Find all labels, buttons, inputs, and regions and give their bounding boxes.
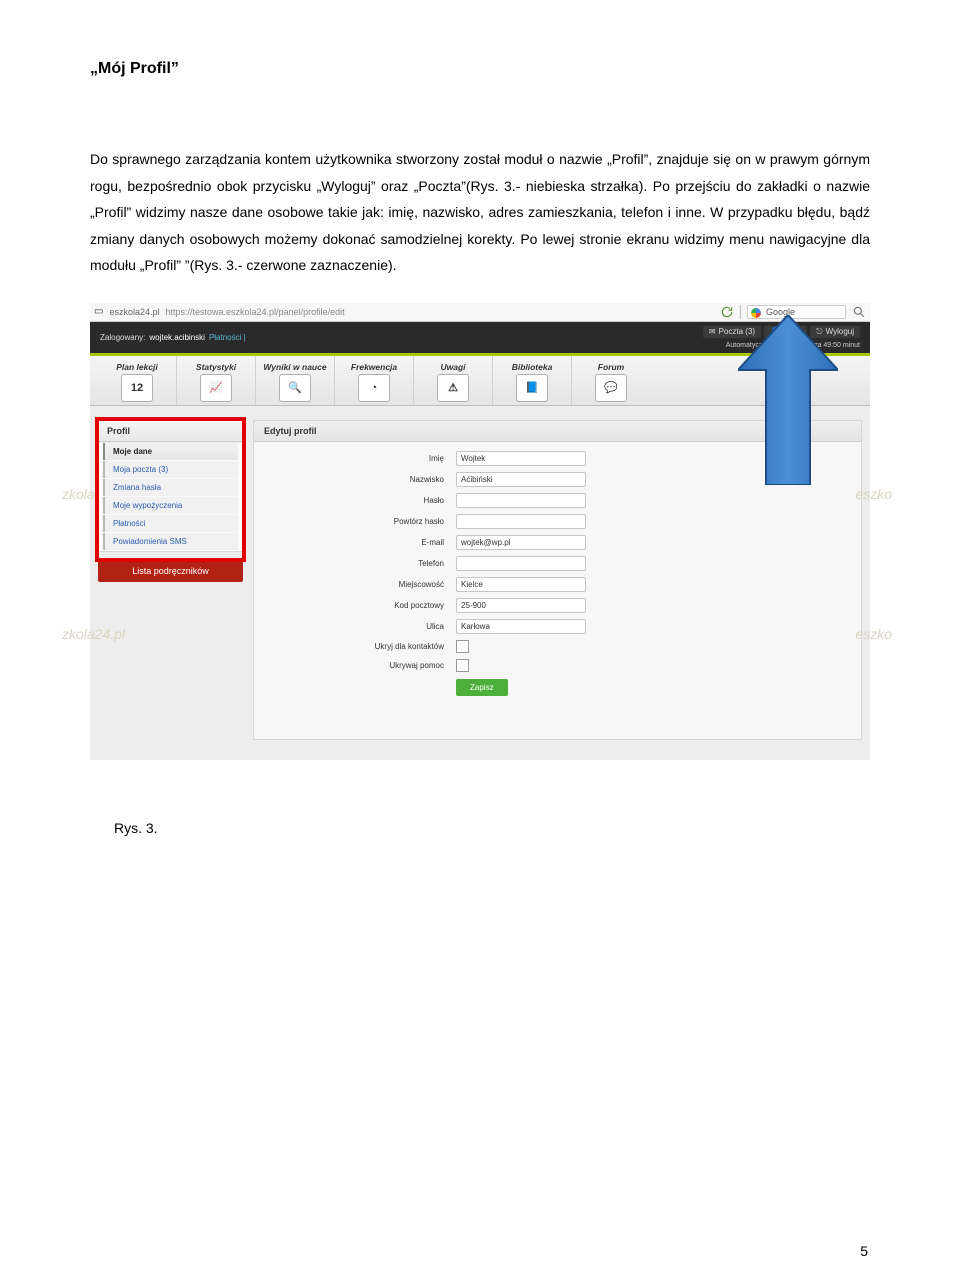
nav-icon: ⚠ [437,374,469,402]
search-icon[interactable] [852,305,866,319]
form-row: Ukrywaj pomoc [264,656,851,675]
site-label: eszkola24.pl [109,307,159,317]
section-title: „Mój Profil” [90,60,870,78]
logged-label: Zalogowany: [100,333,145,342]
main-head: Edytuj profil [254,421,861,442]
save-button[interactable]: Zapisz [456,679,508,696]
browser-url-bar: ▭ eszkola24.pl https://testowa.eszkola24… [90,303,870,322]
logout-icon: ⎋ [816,327,822,337]
field-label: Ukrywaj pomoc [264,661,456,670]
search-box[interactable]: Google [747,305,846,319]
field-label: Miejscowość [264,580,456,589]
field-label: Ulica [264,622,456,631]
text-input[interactable]: Kielce [456,577,586,592]
field-label: Hasło [264,496,456,505]
reload-icon[interactable] [720,305,734,319]
nav-item[interactable]: Frekwencja◔ [335,356,414,405]
textbooks-button[interactable]: Lista podręczników [98,560,243,582]
top-dark-bar: Zalogowany: wojtek.acibinski Płatności |… [90,322,870,353]
form-row: Telefon [264,553,851,574]
envelope-icon: ✉ [709,327,716,336]
main-panel: Edytuj profil ImięWojtekNazwiskoAćibińsk… [253,420,862,740]
field-label: Imię [264,454,456,463]
form-row: ImięWojtek [264,448,851,469]
field-label: Kod pocztowy [264,601,456,610]
nav-icon: 💬 [595,374,627,402]
checkbox[interactable] [456,659,469,672]
sidebar-item[interactable]: Moja poczta (3) [103,461,238,478]
figure-caption: Rys. 3. [114,820,870,836]
mail-button[interactable]: ✉Poczta (3) [703,326,761,338]
form-row: Kod pocztowy25-900 [264,595,851,616]
nav-strip: Plan lekcji12Statystyki📈Wyniki w nauce🔍F… [90,356,870,406]
sidebar-item[interactable]: Powiadomienia SMS [103,533,238,550]
form-row: Powtórz hasło [264,511,851,532]
nav-item[interactable]: Statystyki📈 [177,356,256,405]
logout-button[interactable]: ⎋Wyloguj [810,326,860,338]
logged-role[interactable]: Płatności | [209,333,246,342]
url-text: https://testowa.eszkola24.pl/panel/profi… [166,307,714,317]
profile-button[interactable]: 👤Profil [764,326,807,338]
nav-icon: 📘 [516,374,548,402]
content-area: zkola24.pl zkola24.pl eszko eszko Profil… [90,406,870,760]
nav-icon: 🔍 [279,374,311,402]
form-row: E-mailwojtek@wp.pl [264,532,851,553]
text-input[interactable]: Wojtek [456,451,586,466]
profile-form: ImięWojtekNazwiskoAćibińskiHasłoPowtórz … [254,442,861,706]
sidebar-list: Moje daneMoja poczta (3)Zmiana hasłaMoje… [98,443,243,552]
form-row: MiejscowośćKielce [264,574,851,595]
sidebar-head: Profil [98,420,243,442]
field-label: Nazwisko [264,475,456,484]
nav-icon: ◔ [358,374,390,402]
screenshot: ▭ eszkola24.pl https://testowa.eszkola24… [90,303,870,760]
nav-item[interactable]: Biblioteka📘 [493,356,572,405]
text-input[interactable]: 25-900 [456,598,586,613]
form-row: UlicaKarłowa [264,616,851,637]
sidebar-item[interactable]: Moje dane [103,443,238,460]
form-row: Ukryj dla kontaktów [264,637,851,656]
text-input[interactable] [456,514,586,529]
nav-item[interactable]: Uwagi⚠ [414,356,493,405]
text-input[interactable] [456,493,586,508]
logged-user: wojtek.acibinski [149,333,205,342]
text-input[interactable]: Karłowa [456,619,586,634]
field-label: Powtórz hasło [264,517,456,526]
checkbox[interactable] [456,640,469,653]
field-label: E-mail [264,538,456,547]
page-number: 5 [860,1243,868,1259]
user-icon: 👤 [770,327,780,336]
nav-item[interactable]: Plan lekcji12 [98,356,177,405]
field-label: Ukryj dla kontaktów [264,642,456,651]
nav-icon: 📈 [200,374,232,402]
text-input[interactable]: wojtek@wp.pl [456,535,586,550]
text-input[interactable]: Aćibiński [456,472,586,487]
nav-item[interactable]: Wyniki w nauce🔍 [256,356,335,405]
form-row: NazwiskoAćibiński [264,469,851,490]
tab-icon: ▭ [94,306,103,317]
sidebar: Profil Moje daneMoja poczta (3)Zmiana ha… [98,420,243,740]
nav-icon: 12 [121,374,153,402]
autologout-text: Automatyczne wylogowanie za 49:50 minut [726,341,860,349]
text-input[interactable] [456,556,586,571]
body-paragraph: Do sprawnego zarządzania kontem użytkown… [90,146,870,279]
nav-item[interactable]: Forum💬 [572,356,650,405]
form-row: Hasło [264,490,851,511]
sidebar-item[interactable]: Zmiana hasła [103,479,238,496]
field-label: Telefon [264,559,456,568]
sidebar-item[interactable]: Płatności [103,515,238,532]
sidebar-item[interactable]: Moje wypożyczenia [103,497,238,514]
